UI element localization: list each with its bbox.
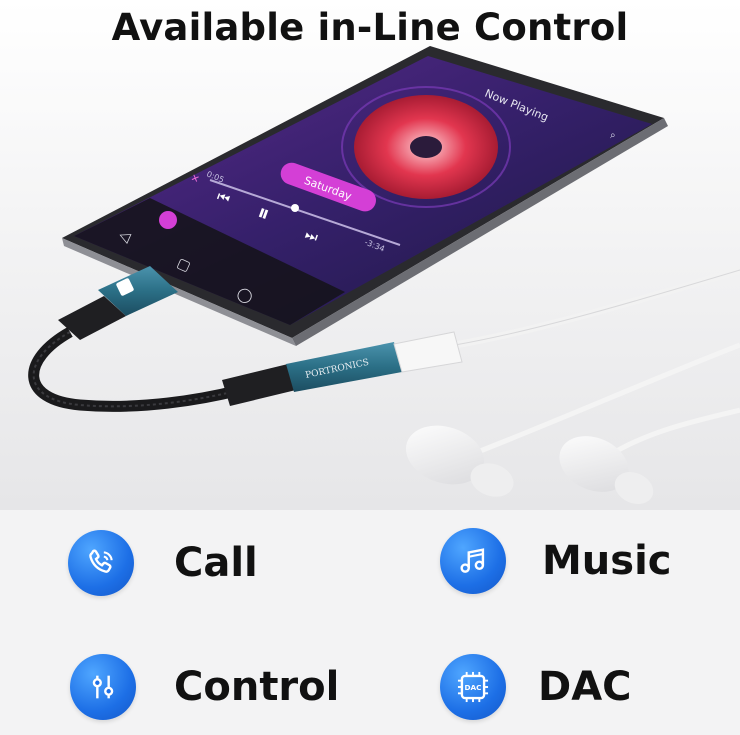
phone-icon xyxy=(68,530,134,596)
feature-label-music: Music xyxy=(542,538,672,584)
music-note-icon xyxy=(440,528,506,594)
feature-label-control: Control xyxy=(174,664,340,710)
earbud-left xyxy=(405,425,514,497)
product-illustration: ◁ ▢ ◯ Saturday Now Playing 0:05 -3:34 ⏮ … xyxy=(28,46,740,504)
aux-adapter: PORTRONICS xyxy=(222,331,463,406)
search-icon: ⌕ xyxy=(610,130,616,141)
feature-grid: Call Music Control DAC DAC xyxy=(0,510,740,735)
feature-music: Music xyxy=(440,528,672,594)
chip-badge: DAC xyxy=(465,683,482,692)
progress-knob xyxy=(291,204,299,212)
mini-player-dot xyxy=(159,211,177,229)
braided-cable xyxy=(28,327,242,412)
feature-call: Call xyxy=(68,530,258,596)
chip-icon: DAC xyxy=(440,654,506,720)
sliders-icon xyxy=(70,654,136,720)
product-hero: Available in-Line Control ◁ ▢ ◯ Saturday… xyxy=(0,0,740,510)
usb-c-adapter xyxy=(58,266,178,340)
feature-control: Control xyxy=(70,654,339,720)
feature-label-call: Call xyxy=(174,540,258,586)
earphone-cable xyxy=(454,266,740,349)
feature-label-dac: DAC xyxy=(538,664,632,710)
feature-dac: DAC DAC xyxy=(440,654,632,720)
